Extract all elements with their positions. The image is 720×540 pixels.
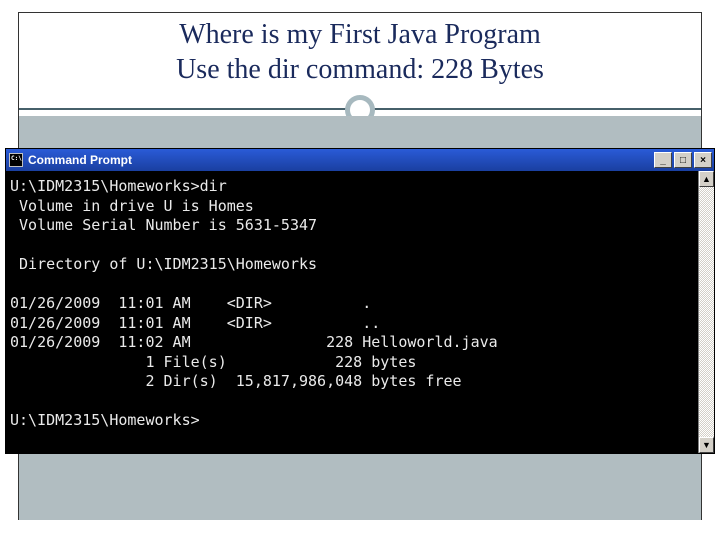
- title-line-1: Where is my First Java Program: [19, 17, 701, 52]
- slide-title: Where is my First Java Program Use the d…: [19, 13, 701, 95]
- maximize-button[interactable]: □: [674, 152, 692, 168]
- minimize-button[interactable]: _: [654, 152, 672, 168]
- scroll-down-button[interactable]: ▼: [699, 437, 714, 453]
- title-line-2: Use the dir command: 228 Bytes: [19, 52, 701, 87]
- command-prompt-window: Command Prompt _ □ × U:\IDM2315\Homework…: [5, 148, 715, 454]
- close-button[interactable]: ×: [694, 152, 712, 168]
- window-titlebar[interactable]: Command Prompt _ □ ×: [6, 149, 714, 171]
- scroll-up-button[interactable]: ▲: [699, 171, 714, 187]
- vertical-scrollbar[interactable]: ▲ ▼: [698, 171, 714, 453]
- scroll-track[interactable]: [699, 187, 714, 437]
- window-title-text: Command Prompt: [28, 153, 652, 167]
- cmd-icon: [9, 153, 23, 167]
- terminal-output[interactable]: U:\IDM2315\Homeworks>dir Volume in drive…: [6, 171, 714, 453]
